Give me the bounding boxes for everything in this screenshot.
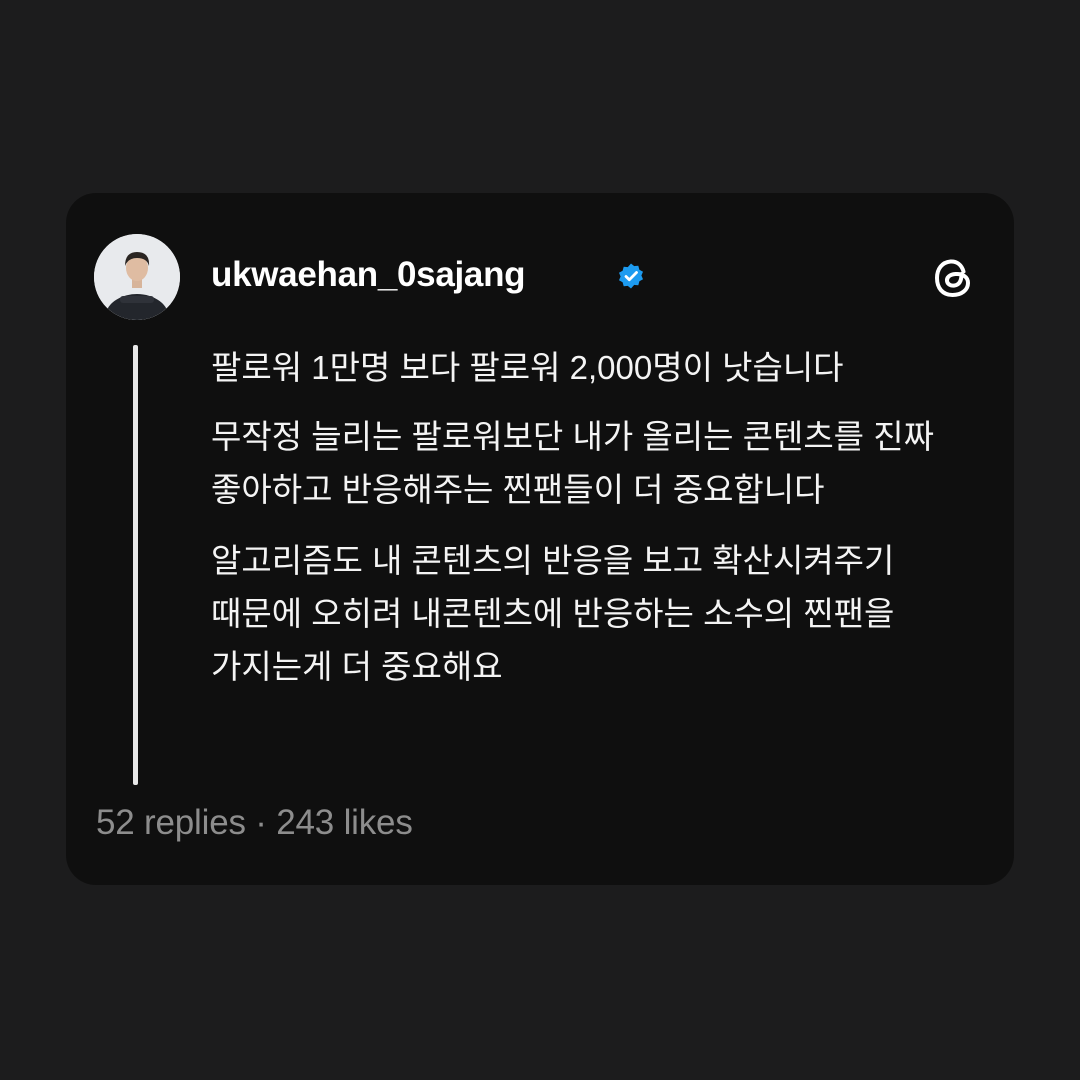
username[interactable]: ukwaehan_0sajang — [211, 253, 526, 297]
post-body: 팔로워 1만명 보다 팔로워 2,000명이 낫습니다 무작정 늘리는 팔로워보… — [211, 341, 991, 711]
post-stats: 52 replies · 243 likes — [96, 801, 413, 845]
post-paragraph: 무작정 늘리는 팔로워보단 내가 올리는 콘텐츠를 진짜 좋아하고 반응해주는 … — [211, 418, 934, 508]
threads-logo-icon[interactable] — [928, 252, 980, 304]
replies-count[interactable]: 52 replies — [96, 803, 246, 842]
avatar[interactable] — [94, 234, 180, 320]
stats-separator: · — [245, 803, 277, 842]
thread-line — [133, 345, 138, 785]
likes-count[interactable]: 243 likes — [276, 803, 413, 842]
post-card: ukwaehan_0sajang 팔로워 1만명 보다 팔로워 2,000명이 … — [66, 193, 1014, 885]
verified-badge-icon — [619, 263, 643, 289]
post-paragraph: 팔로워 1만명 보다 팔로워 2,000명이 낫습니다 — [211, 349, 844, 386]
profile-photo — [94, 234, 180, 320]
post-paragraph: 알고리즘도 내 콘텐츠의 반응을 보고 확산시켜주기 때문에 오히려 내콘텐츠에… — [211, 542, 895, 685]
